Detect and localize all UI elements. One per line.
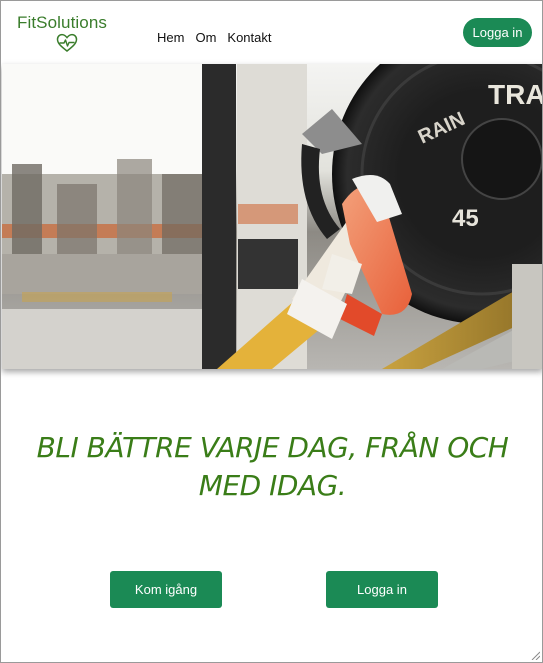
logo-text: FitSolutions [17,13,108,32]
main-nav: Hem Om Kontakt [157,30,272,45]
site-header: FitSolutions Hem Om Kontakt Logga in [1,1,542,64]
site-logo[interactable]: FitSolutions [17,11,121,55]
get-started-button[interactable]: Kom igång [110,571,222,608]
login-button[interactable]: Logga in [326,571,438,608]
hero-image: TRA RAIN 45 [2,64,543,369]
plate-weight-text: 45 [452,205,479,232]
plate-brand-text: TRA [488,79,543,110]
resize-grip-icon[interactable] [530,650,540,660]
browser-viewport: FitSolutions Hem Om Kontakt Logga in TRA… [0,0,543,663]
header-login-button[interactable]: Logga in [463,18,532,47]
nav-link-about[interactable]: Om [195,30,216,45]
nav-link-contact[interactable]: Kontakt [227,30,271,45]
nav-link-home[interactable]: Hem [157,30,184,45]
hero-headline: BLI BÄTTRE VARJE DAG, FRÅN OCH MED IDAG. [36,431,509,502]
heart-pulse-icon [56,33,78,52]
